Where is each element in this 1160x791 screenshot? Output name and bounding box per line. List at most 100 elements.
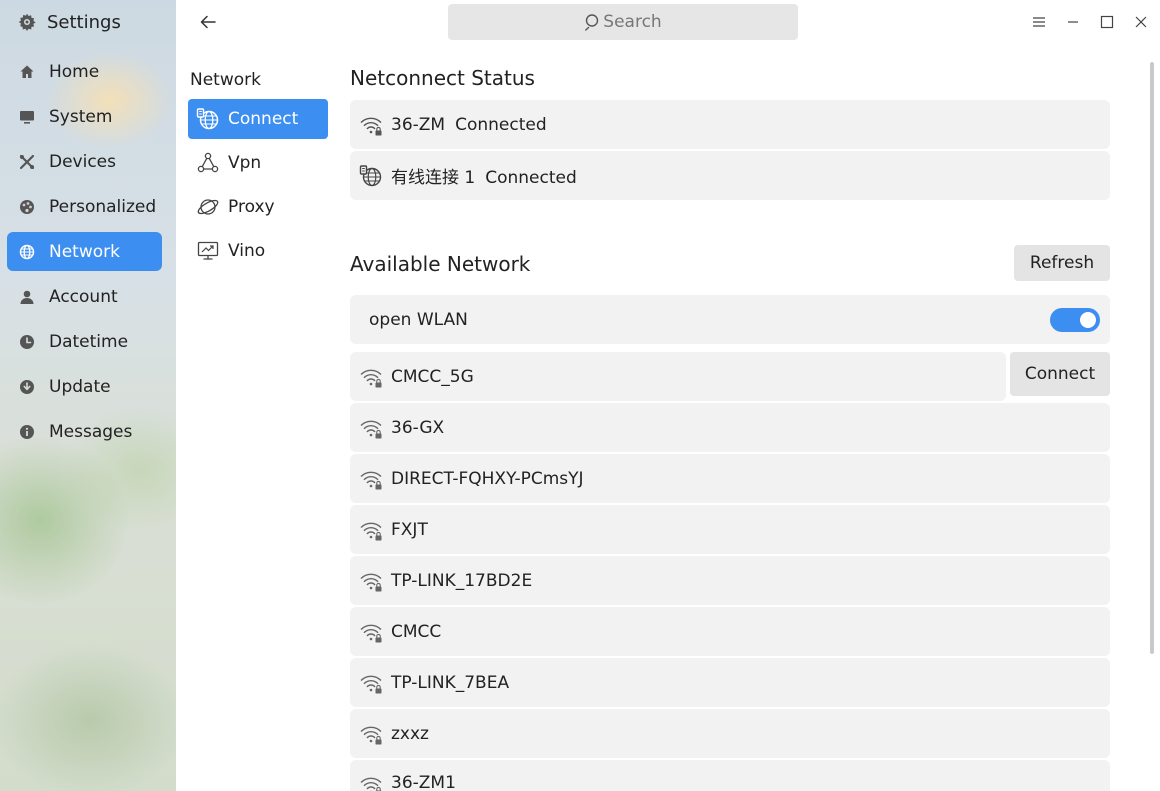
network-name: 36-GX [391, 417, 445, 438]
wifi-lock-icon [359, 671, 383, 695]
search-placeholder: Search [603, 12, 662, 32]
network-name: TP-LINK_7BEA [391, 672, 510, 693]
globe-icon [19, 244, 35, 260]
network-name: FXJT [391, 519, 428, 540]
network-item[interactable]: TP-LINK_7BEA [350, 658, 1110, 707]
sidebar-item-personalized[interactable]: Personalized [7, 187, 162, 226]
network-name: 36-ZM [391, 114, 446, 135]
available-title: Available Network [350, 252, 531, 276]
minimize-icon [1068, 21, 1078, 23]
sidebar-item-label: Home [49, 61, 100, 82]
subnav-item-vpn[interactable]: Vpn [188, 143, 328, 183]
sidebar-item-system[interactable]: System [7, 97, 162, 136]
update-icon [19, 379, 35, 395]
sidebar-item-update[interactable]: Update [7, 367, 162, 406]
connect-icon [196, 107, 220, 131]
connect-button[interactable]: Connect [1010, 352, 1110, 396]
network-name: TP-LINK_17BD2E [391, 570, 533, 591]
network-item[interactable]: CMCC_5G [350, 352, 1006, 401]
sidebar-item-home[interactable]: Home [7, 52, 162, 91]
monitor-icon [19, 109, 35, 125]
wifi-lock-icon [359, 416, 383, 440]
proxy-icon [196, 195, 220, 219]
palette-icon [19, 199, 35, 215]
sidebar-item-label: Network [49, 241, 120, 262]
app-title: Settings [47, 11, 121, 33]
sidebar-item-devices[interactable]: Devices [7, 142, 162, 181]
sidebar-item-label: Personalized [49, 196, 157, 217]
wifi-lock-icon [359, 365, 383, 389]
settings-gear-icon [18, 13, 36, 31]
wifi-lock-icon [359, 620, 383, 644]
status-text: 36-ZM Connected [391, 115, 547, 135]
network-name: 36-ZM1 [391, 773, 456, 791]
maximize-button[interactable] [1096, 11, 1118, 33]
app-header: Settings [18, 10, 121, 34]
search-input[interactable]: Search [448, 4, 798, 40]
network-item[interactable]: CMCC [350, 607, 1110, 656]
user-icon [19, 289, 35, 305]
menu-button[interactable] [1028, 11, 1050, 33]
wlan-toggle[interactable] [1050, 308, 1100, 332]
network-item[interactable]: 36-ZM1 [350, 760, 1110, 791]
subnav-item-proxy[interactable]: Proxy [188, 187, 328, 227]
sidebar-item-network[interactable]: Network [7, 232, 162, 271]
subnav-item-vino[interactable]: Vino [188, 231, 328, 271]
sidebar-item-account[interactable]: Account [7, 277, 162, 316]
network-item[interactable]: 36-GX [350, 403, 1110, 452]
close-button[interactable] [1130, 11, 1152, 33]
network-item[interactable]: DIRECT-FQHXY-PCmsYJ [350, 454, 1110, 503]
sidebar-item-datetime[interactable]: Datetime [7, 322, 162, 361]
minimize-button[interactable] [1062, 11, 1084, 33]
toggle-knob [1080, 312, 1096, 328]
status-text: 有线连接 1 Connected [391, 163, 577, 188]
arrow-left-icon [200, 15, 216, 29]
back-button[interactable] [196, 10, 220, 34]
vino-icon [196, 239, 220, 263]
wifi-lock-icon [359, 569, 383, 593]
refresh-button[interactable]: Refresh [1014, 245, 1110, 281]
wifi-lock-icon [359, 773, 383, 791]
sidebar-item-label: Update [49, 376, 111, 397]
sidebar-item-label: Datetime [49, 331, 129, 352]
network-item[interactable]: TP-LINK_17BD2E [350, 556, 1110, 605]
wlan-label: open WLAN [369, 309, 468, 330]
sidebar-nav: Home System Devices Personalized Network [7, 52, 162, 457]
network-name: DIRECT-FQHXY-PCmsYJ [391, 468, 584, 489]
wifi-lock-icon [359, 467, 383, 491]
subnav: Connect Vpn Proxy Vino [188, 99, 328, 275]
subnav-item-connect[interactable]: Connect [188, 99, 328, 139]
sidebar: Settings Home System Devices Personalize… [0, 0, 176, 791]
network-item[interactable]: zxxz [350, 709, 1110, 758]
home-icon [19, 64, 35, 80]
search-icon [585, 14, 599, 31]
subnav-title: Network [190, 70, 261, 90]
clock-icon [19, 334, 35, 350]
connection-state: Connected [455, 114, 547, 135]
wifi-lock-icon [359, 518, 383, 542]
sidebar-item-label: Account [49, 286, 118, 307]
subnav-item-label: Vpn [228, 153, 262, 173]
connection-state: Connected [485, 168, 577, 188]
wifi-lock-icon [359, 722, 383, 746]
subnav-item-label: Proxy [228, 197, 275, 217]
network-name: zxxz [391, 723, 429, 744]
sidebar-item-label: System [49, 106, 113, 127]
sidebar-item-label: Devices [49, 151, 116, 172]
wlan-row: open WLAN [350, 295, 1110, 344]
network-name: CMCC [391, 621, 442, 642]
scrollbar[interactable] [1150, 62, 1154, 654]
status-item: 36-ZM Connected [350, 100, 1110, 149]
hamburger-icon [1033, 17, 1045, 27]
devices-icon [19, 154, 35, 170]
network-name: CMCC_5G [391, 366, 474, 387]
close-icon [1135, 16, 1147, 28]
sidebar-item-messages[interactable]: Messages [7, 412, 162, 451]
wired-globe-icon [359, 164, 383, 188]
network-name: 有线连接 1 [391, 168, 476, 188]
network-item[interactable]: FXJT [350, 505, 1110, 554]
subnav-item-label: Connect [228, 109, 299, 129]
status-item: 有线连接 1 Connected [350, 151, 1110, 200]
vpn-icon [196, 151, 220, 175]
maximize-icon [1100, 15, 1114, 29]
